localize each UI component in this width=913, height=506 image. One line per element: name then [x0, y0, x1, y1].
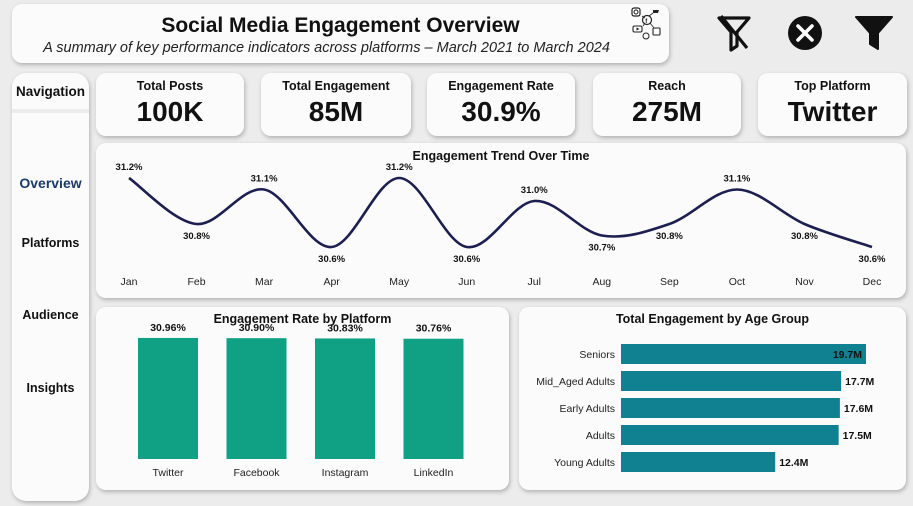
data-label: 30.6%	[453, 254, 480, 265]
data-label: 31.2%	[116, 162, 143, 173]
y-tick-label: Early Adults	[560, 403, 615, 415]
platform-engagement-chart: 30.96% Twitter 30.90% Facebook 30.83% Instagr…	[138, 322, 464, 479]
data-label: 30.8%	[791, 231, 818, 242]
x-tick-label: Apr	[323, 276, 340, 288]
nav-item-insights[interactable]: Insights	[12, 381, 89, 395]
data-label: 31.1%	[723, 174, 750, 185]
platform-bar	[226, 338, 287, 459]
kpi-value: 275M	[631, 96, 703, 127]
x-tick-label: Jun	[458, 276, 475, 288]
data-label: 30.6%	[318, 254, 345, 265]
data-label: 31.1%	[251, 174, 278, 185]
social-media-icon: f	[631, 7, 661, 40]
platform-engagement-card: Engagement Rate by Platform 30.96% Twitte…	[96, 307, 509, 490]
kpi-card-engagement-rate: Engagement Rate 30.9%	[427, 73, 575, 136]
navigation-divider	[12, 109, 89, 113]
clear-filter-icon[interactable]	[713, 12, 755, 54]
data-label: 30.7%	[588, 243, 615, 254]
page-subtitle: A summary of key performance indicators …	[43, 40, 610, 56]
kpi-card-total-engagement: Total Engagement 85M	[261, 73, 411, 136]
kpi-value: Twitter	[787, 96, 878, 127]
x-tick-label: Oct	[729, 276, 745, 288]
data-label: 17.7M	[845, 376, 874, 388]
navigation-title: Navigation	[15, 83, 85, 99]
y-tick-label: Seniors	[579, 349, 615, 361]
kpi-value: 85M	[308, 96, 364, 127]
x-tick-label: Jul	[528, 276, 541, 288]
x-tick-label: May	[389, 276, 410, 288]
data-label: 19.7M	[833, 349, 862, 361]
data-label: 31.2%	[386, 162, 413, 173]
filter-icon[interactable]	[853, 12, 895, 54]
data-label: 31.0%	[521, 185, 548, 196]
kpi-label: Engagement Rate	[448, 79, 554, 93]
nav-item-platforms[interactable]: Platforms	[12, 236, 89, 250]
x-tick-label: Facebook	[233, 467, 280, 479]
close-icon[interactable]	[784, 12, 826, 54]
y-tick-label: Adults	[586, 430, 615, 442]
data-label: 12.4M	[779, 457, 808, 469]
engagement-trend-chart: 31.2% Jan 30.8% Feb 31.1% Mar 30.6% Apr 31.2% May…	[116, 162, 886, 288]
data-label: 30.8%	[656, 231, 683, 242]
x-tick-label: Instagram	[322, 467, 369, 479]
kpi-value: 30.9%	[461, 96, 541, 127]
nav-item-audience[interactable]: Audience	[12, 308, 89, 322]
data-label: 30.6%	[859, 254, 886, 265]
age-bar	[621, 398, 840, 418]
age-group-engagement-chart: Seniors 19.7M Mid_Aged Adults 17.7M Early Ad…	[536, 344, 875, 472]
y-tick-label: Young Adults	[554, 457, 615, 469]
kpi-value: 100K	[136, 96, 204, 127]
trend-line	[128, 176, 873, 249]
age-bar	[621, 344, 866, 364]
x-tick-label: Nov	[795, 276, 814, 288]
x-tick-label: Jan	[121, 276, 138, 288]
x-tick-label: Sep	[660, 276, 679, 288]
navigation-panel: Navigation Overview Platforms Audience I…	[12, 73, 89, 501]
data-label: 30.76%	[416, 323, 452, 335]
x-tick-label: Twitter	[153, 467, 184, 479]
kpi-card-top-platform: Top Platform Twitter	[758, 73, 907, 136]
header-card: Social Media Engagement Overview A summa…	[12, 4, 669, 63]
kpi-card-reach: Reach 275M	[593, 73, 741, 136]
kpi-card-total-posts: Total Posts 100K	[96, 73, 244, 136]
x-tick-label: Dec	[863, 276, 882, 288]
kpi-label: Total Engagement	[282, 79, 390, 93]
platform-bar	[403, 338, 464, 459]
data-label: 30.8%	[183, 231, 210, 242]
platform-bar	[315, 338, 375, 459]
y-tick-label: Mid_Aged Adults	[536, 376, 615, 388]
kpi-label: Top Platform	[794, 79, 871, 93]
data-label: 30.83%	[327, 322, 363, 334]
platform-bar	[138, 337, 198, 459]
nav-item-overview[interactable]: Overview	[12, 175, 89, 191]
kpi-label: Reach	[648, 79, 686, 93]
age-bar	[621, 425, 839, 445]
page-title: Social Media Engagement Overview	[161, 14, 520, 37]
age-bar	[621, 371, 842, 391]
data-label: 30.96%	[150, 322, 186, 334]
data-label: 17.6M	[844, 403, 873, 415]
data-label: 30.90%	[239, 322, 275, 334]
x-tick-label: Feb	[187, 276, 205, 288]
age-group-engagement-card: Total Engagement by Age Group Seniors 19.…	[519, 307, 906, 490]
x-tick-label: LinkedIn	[414, 467, 454, 479]
age-bar	[621, 452, 776, 472]
engagement-trend-card: Engagement Trend Over Time 31.2% Jan 30.8%…	[96, 143, 906, 298]
x-tick-label: Mar	[255, 276, 274, 288]
data-label: 17.5M	[843, 430, 872, 442]
kpi-label: Total Posts	[136, 79, 204, 93]
x-tick-label: Aug	[592, 276, 611, 288]
